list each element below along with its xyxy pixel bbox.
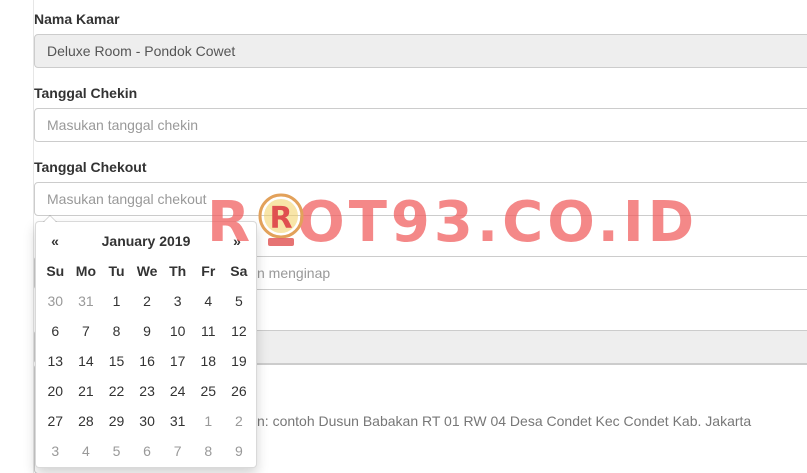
room-name-field[interactable]: Deluxe Room - Pondok Cowet <box>34 34 807 68</box>
calendar-day[interactable]: 1 <box>101 286 132 316</box>
calendar-day[interactable]: 26 <box>224 376 255 406</box>
calendar-day[interactable]: 9 <box>224 436 255 466</box>
calendar-day[interactable]: 2 <box>224 406 255 436</box>
calendar-day[interactable]: 6 <box>132 436 163 466</box>
checkin-label: Tanggal Chekin <box>34 85 138 101</box>
calendar-day[interactable]: 17 <box>162 346 193 376</box>
day-of-week-header: We <box>136 263 158 279</box>
calendar-day[interactable]: 21 <box>71 376 102 406</box>
calendar-day[interactable]: 30 <box>40 286 71 316</box>
address-placeholder: n: contoh Dusun Babakan RT 01 RW 04 Desa… <box>257 413 752 429</box>
calendar-day[interactable]: 30 <box>132 406 163 436</box>
room-name-value: Deluxe Room - Pondok Cowet <box>47 43 236 59</box>
calendar-day[interactable]: 16 <box>132 346 163 376</box>
calendar-day[interactable]: 28 <box>71 406 102 436</box>
calendar-day[interactable]: 1 <box>193 406 224 436</box>
calendar-day[interactable]: 8 <box>101 316 132 346</box>
calendar-day[interactable]: 23 <box>132 376 163 406</box>
calendar-day[interactable]: 24 <box>162 376 193 406</box>
calendar-day[interactable]: 31 <box>71 286 102 316</box>
day-of-week-header: Mo <box>75 263 96 279</box>
calendar-day[interactable]: 5 <box>224 286 255 316</box>
calendar-day[interactable]: 11 <box>193 316 224 346</box>
datepicker-days-grid: Su Mo Tu We Th Fr Sa 30 31 1 2 3 4 5 6 7 8 9 10 11 12 13 14 15 1… <box>40 256 252 466</box>
calendar-day[interactable]: 22 <box>101 376 132 406</box>
day-of-week-header: Sa <box>230 263 248 279</box>
calendar-day[interactable]: 5 <box>101 436 132 466</box>
calendar-day[interactable]: 3 <box>40 436 71 466</box>
calendar-day[interactable]: 4 <box>71 436 102 466</box>
prev-month-button[interactable]: « <box>40 233 70 249</box>
month-switch[interactable]: January 2019 <box>70 233 222 249</box>
calendar-day[interactable]: 20 <box>40 376 71 406</box>
calendar-day[interactable]: 9 <box>132 316 163 346</box>
room-name-label: Nama Kamar <box>34 11 120 27</box>
datepicker-popup: « January 2019 » Su Mo Tu We Th Fr Sa 30 31 1 2 3 4 5… <box>35 215 257 468</box>
watermark-seal-logo: R <box>258 193 304 246</box>
svg-text:R: R <box>269 201 292 236</box>
day-of-week-header: Tu <box>108 263 125 279</box>
day-of-week-header: Fr <box>201 263 216 279</box>
calendar-day[interactable]: 8 <box>193 436 224 466</box>
calendar-day[interactable]: 7 <box>71 316 102 346</box>
stay-duration-placeholder: n menginap <box>257 265 331 281</box>
calendar-day[interactable]: 13 <box>40 346 71 376</box>
calendar-day[interactable]: 12 <box>224 316 255 346</box>
calendar-day[interactable]: 29 <box>101 406 132 436</box>
calendar-day[interactable]: 3 <box>162 286 193 316</box>
calendar-day[interactable]: 14 <box>71 346 102 376</box>
checkin-placeholder: Masukan tanggal chekin <box>47 117 198 133</box>
checkout-label: Tanggal Chekout <box>34 159 147 175</box>
calendar-day[interactable]: 31 <box>162 406 193 436</box>
calendar-day[interactable]: 7 <box>162 436 193 466</box>
day-of-week-header: Su <box>46 263 65 279</box>
calendar-day[interactable]: 10 <box>162 316 193 346</box>
calendar-day[interactable]: 27 <box>40 406 71 436</box>
calendar-day[interactable]: 25 <box>193 376 224 406</box>
day-of-week-header: Th <box>169 263 187 279</box>
calendar-day[interactable]: 15 <box>101 346 132 376</box>
checkout-placeholder: Masukan tanggal chekout <box>47 191 207 207</box>
checkin-date-input[interactable]: Masukan tanggal chekin <box>34 108 807 142</box>
calendar-day[interactable]: 19 <box>224 346 255 376</box>
calendar-day[interactable]: 18 <box>193 346 224 376</box>
calendar-day[interactable]: 2 <box>132 286 163 316</box>
calendar-day[interactable]: 6 <box>40 316 71 346</box>
calendar-day[interactable]: 4 <box>193 286 224 316</box>
